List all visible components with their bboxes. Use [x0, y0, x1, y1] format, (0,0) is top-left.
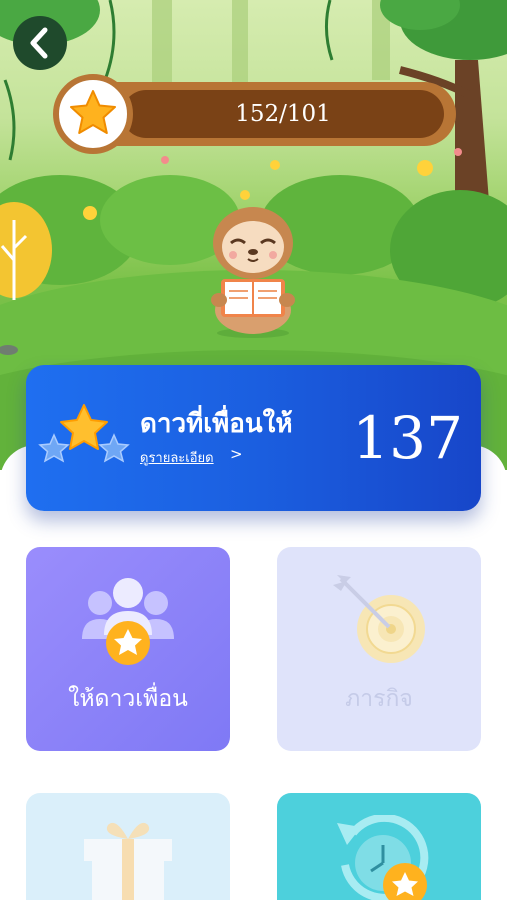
friends-star-icon: [82, 578, 174, 665]
target-icon: [333, 575, 425, 663]
chevron-right-icon: >: [230, 445, 243, 463]
mission-label: ภารกิจ: [345, 686, 413, 712]
history-star-icon: [337, 815, 429, 900]
sloth-reading-mascot: [211, 207, 295, 338]
gift-icon: [84, 822, 172, 900]
star-icon: [70, 90, 116, 134]
stars-icon: [38, 404, 130, 463]
history-tile[interactable]: [277, 793, 481, 900]
friend-stars-banner[interactable]: ดาวที่เพื่อนให้ ดูรายละเอียด > 137: [26, 365, 481, 511]
give-star-label: ให้ดาวเพื่อน: [68, 686, 188, 712]
banner-title: ดาวที่เพื่อนให้: [140, 409, 293, 439]
progress-text: 152/101: [235, 101, 331, 127]
view-details-link[interactable]: ดูรายละเอียด: [140, 447, 214, 468]
mission-tile[interactable]: ภารกิจ: [277, 547, 481, 751]
star-progress-bar: 152/101: [53, 74, 456, 154]
give-star-tile[interactable]: ให้ดาวเพื่อน: [26, 547, 230, 751]
back-button[interactable]: [13, 16, 67, 70]
star-badge: [53, 74, 133, 154]
star-count: 137: [352, 404, 463, 472]
chevron-left-icon: [30, 27, 48, 59]
progress-track: 152/101: [122, 90, 444, 138]
gift-tile[interactable]: [26, 793, 230, 900]
